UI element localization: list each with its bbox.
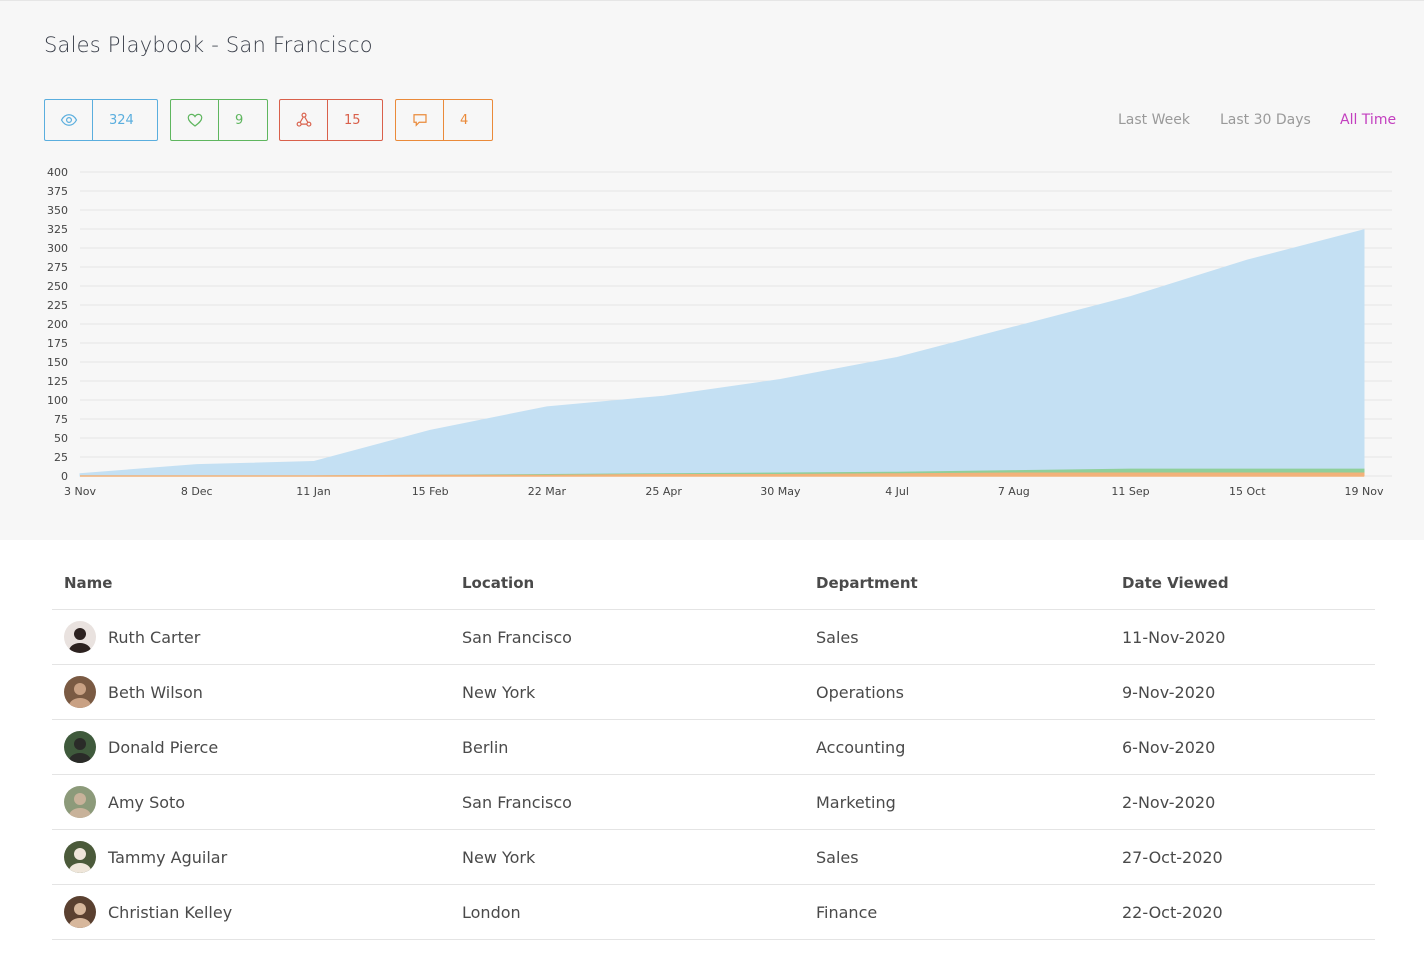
x-tick-label: 8 Dec xyxy=(181,485,213,498)
x-tick-label: 3 Nov xyxy=(64,485,96,498)
y-tick-label: 25 xyxy=(54,451,68,464)
avatar xyxy=(64,621,96,653)
table-row[interactable]: Christian Kelley London Finance 22-Oct-2020 xyxy=(52,885,1375,940)
viewers-table: Name Location Department Date Viewed Rut… xyxy=(52,556,1375,940)
cell-department: Operations xyxy=(816,683,904,702)
cell-date-viewed: 6-Nov-2020 xyxy=(1122,738,1216,757)
y-tick-label: 350 xyxy=(47,204,68,217)
comments-stat[interactable]: 4 xyxy=(395,99,493,141)
table-row[interactable]: Tammy Aguilar New York Sales 27-Oct-2020 xyxy=(52,830,1375,885)
x-tick-label: 15 Feb xyxy=(412,485,449,498)
cell-date-viewed: 22-Oct-2020 xyxy=(1122,903,1223,922)
table-row[interactable]: Beth Wilson New York Operations 9-Nov-2020 xyxy=(52,665,1375,720)
cell-department: Finance xyxy=(816,903,878,922)
avatar xyxy=(64,786,96,818)
header-name: Name xyxy=(64,574,113,592)
x-tick-label: 22 Mar xyxy=(528,485,567,498)
y-tick-label: 225 xyxy=(47,299,68,312)
likes-stat[interactable]: 9 xyxy=(170,99,268,141)
cell-date-viewed: 9-Nov-2020 xyxy=(1122,683,1216,702)
cell-department: Sales xyxy=(816,628,859,647)
views-count: 324 xyxy=(109,112,134,128)
shares-stat[interactable]: 15 xyxy=(279,99,383,141)
y-tick-label: 325 xyxy=(47,223,68,236)
comments-count: 4 xyxy=(460,112,469,128)
cell-location: San Francisco xyxy=(462,793,572,812)
y-tick-label: 150 xyxy=(47,356,68,369)
cell-name: Amy Soto xyxy=(108,793,186,812)
comment-icon xyxy=(396,100,444,140)
x-tick-label: 4 Jul xyxy=(885,485,909,498)
y-tick-label: 400 xyxy=(47,166,68,179)
avatar xyxy=(64,841,96,873)
table-header: Name Location Department Date Viewed xyxy=(52,556,1375,610)
x-tick-label: 15 Oct xyxy=(1229,485,1266,498)
cell-department: Accounting xyxy=(816,738,906,757)
cell-date-viewed: 2-Nov-2020 xyxy=(1122,793,1216,812)
cell-name: Tammy Aguilar xyxy=(108,848,228,867)
x-tick-label: 7 Aug xyxy=(998,485,1030,498)
x-tick-label: 30 May xyxy=(760,485,801,498)
cell-department: Sales xyxy=(816,848,859,867)
avatar xyxy=(64,676,96,708)
cell-name: Beth Wilson xyxy=(108,683,203,702)
header-location: Location xyxy=(462,574,535,592)
header-department: Department xyxy=(816,574,918,592)
cell-location: London xyxy=(462,903,521,922)
page-title: Sales Playbook - San Francisco xyxy=(44,33,373,57)
cell-name: Ruth Carter xyxy=(108,628,201,647)
y-tick-label: 100 xyxy=(47,394,68,407)
overview-panel: Sales Playbook - San Francisco 324 9 15 … xyxy=(0,0,1424,540)
likes-count: 9 xyxy=(235,112,244,128)
table-row[interactable]: Amy Soto San Francisco Marketing 2-Nov-2020 xyxy=(52,775,1375,830)
header-date-viewed: Date Viewed xyxy=(1122,574,1229,592)
x-tick-label: 19 Nov xyxy=(1345,485,1384,498)
cell-date-viewed: 27-Oct-2020 xyxy=(1122,848,1223,867)
table-row[interactable]: Donald Pierce Berlin Accounting 6-Nov-2020 xyxy=(52,720,1375,775)
views-area-chart: 0 25 50 75 100 125 150 175 200 225 250 275 300 325 350… xyxy=(47,166,1392,498)
y-tick-label: 275 xyxy=(47,261,68,274)
y-tick-label: 0 xyxy=(61,470,68,483)
shares-count: 15 xyxy=(344,112,361,128)
range-last-30-days[interactable]: Last 30 Days xyxy=(1220,112,1311,128)
cell-location: New York xyxy=(462,848,536,867)
views-stat[interactable]: 324 xyxy=(44,99,158,141)
x-tick-label: 11 Sep xyxy=(1111,485,1149,498)
cell-location: New York xyxy=(462,683,536,702)
y-tick-label: 125 xyxy=(47,375,68,388)
cell-date-viewed: 11-Nov-2020 xyxy=(1122,628,1226,647)
share-icon xyxy=(280,100,328,140)
avatar xyxy=(64,896,96,928)
x-tick-label: 25 Apr xyxy=(645,485,682,498)
y-tick-label: 300 xyxy=(47,242,68,255)
y-tick-label: 250 xyxy=(47,280,68,293)
y-tick-label: 375 xyxy=(47,185,68,198)
heart-icon xyxy=(171,100,219,140)
range-last-week[interactable]: Last Week xyxy=(1118,112,1190,128)
y-tick-label: 50 xyxy=(54,432,68,445)
range-all-time[interactable]: All Time xyxy=(1340,112,1396,128)
eye-icon xyxy=(45,100,93,140)
y-tick-label: 75 xyxy=(54,413,68,426)
x-tick-label: 11 Jan xyxy=(296,485,330,498)
cell-name: Donald Pierce xyxy=(108,738,219,757)
avatar xyxy=(64,731,96,763)
cell-location: Berlin xyxy=(462,738,509,757)
y-tick-label: 200 xyxy=(47,318,68,331)
y-tick-label: 175 xyxy=(47,337,68,350)
cell-location: San Francisco xyxy=(462,628,572,647)
cell-department: Marketing xyxy=(816,793,896,812)
cell-name: Christian Kelley xyxy=(108,903,233,922)
table-row[interactable]: Ruth Carter San Francisco Sales 11-Nov-2020 xyxy=(52,610,1375,665)
